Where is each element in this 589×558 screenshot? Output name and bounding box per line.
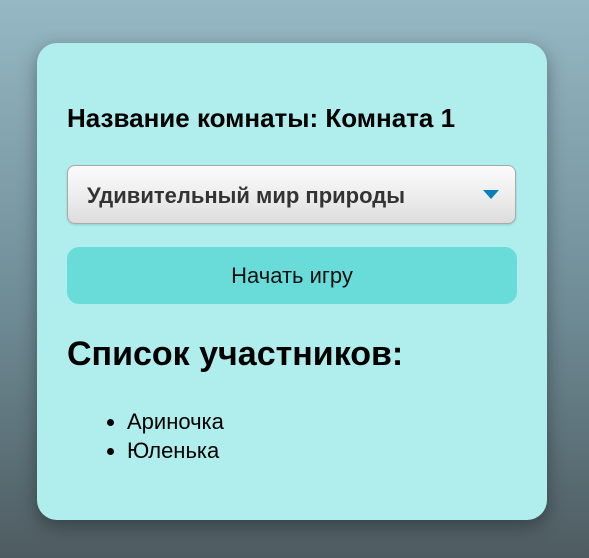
participant-item: Ариночка	[127, 407, 224, 436]
topic-select-value: Удивительный мир природы	[87, 183, 406, 208]
start-game-button[interactable]: Начать игру	[67, 247, 517, 304]
participant-item: Юленька	[127, 436, 224, 465]
participants-heading: Список участников:	[67, 335, 404, 373]
participants-list: Ариночка Юленька	[67, 407, 224, 465]
topic-select[interactable]: Удивительный мир природы	[67, 165, 516, 224]
room-card: Название комнаты: Комната 1 Удивительный…	[37, 43, 547, 520]
room-title: Название комнаты: Комната 1	[67, 103, 456, 133]
chevron-down-icon	[483, 190, 499, 199]
